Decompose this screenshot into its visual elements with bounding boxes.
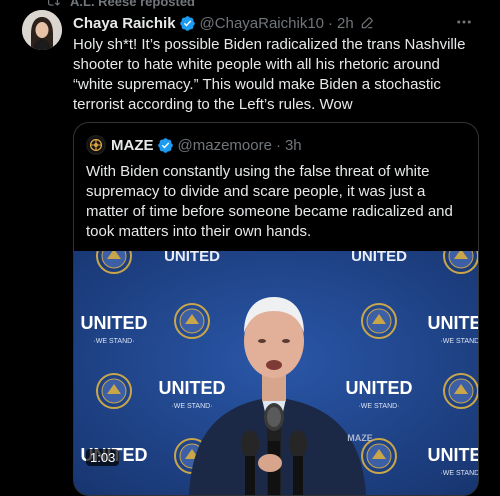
display-name[interactable]: Chaya Raichik (73, 15, 176, 32)
repost-bar[interactable]: A.L. Reese reposted (46, 0, 195, 9)
quote-text: With Biden constantly using the false th… (86, 163, 453, 240)
backdrop-sub: ·WE STAND· (358, 403, 399, 410)
more-icon[interactable] (454, 12, 474, 32)
quote-avatar[interactable] (86, 135, 106, 155)
backdrop-sub: ·WE STAND· (171, 403, 212, 410)
lectern-text: MAZE (347, 433, 373, 443)
repost-icon (48, 0, 60, 6)
video-player[interactable]: UNITED UNITED UNITED ·WE STAND· UNITED ·… (74, 251, 478, 495)
backdrop-word: UNITED (351, 251, 407, 265)
quote-display-name[interactable]: MAZE (111, 137, 154, 154)
maze-logo (87, 136, 105, 154)
quote-header: MAZE @mazemoore · 3h (86, 135, 302, 155)
backdrop-sub: ·WE STAND· (93, 338, 134, 345)
tweet-text: Holy sh*t! It’s possible Biden radicaliz… (73, 36, 466, 113)
verified-badge-icon (179, 15, 195, 31)
backdrop-word: UNITED (428, 445, 479, 465)
backdrop-word: UNITED (164, 251, 220, 265)
edit-pencil-icon[interactable] (360, 16, 374, 30)
backdrop-sub: ·WE STAND· (440, 470, 478, 477)
backdrop-sub: ·WE STAND· (440, 338, 478, 345)
video-timestamp: 1:03 (86, 449, 120, 466)
quoted-tweet[interactable]: MAZE @mazemoore · 3h With Biden constant… (73, 122, 479, 496)
avatar-photo (22, 10, 62, 50)
repost-label: A.L. Reese reposted (70, 0, 195, 9)
verified-badge-icon (157, 137, 173, 153)
backdrop-word: UNITED (428, 313, 479, 333)
backdrop-word: UNITED (81, 313, 148, 333)
handle[interactable]: @ChayaRaichik10 (200, 15, 324, 32)
separator-dot: · (328, 14, 333, 32)
timestamp[interactable]: 2h (337, 15, 354, 32)
avatar[interactable] (22, 10, 62, 50)
backdrop-word: UNITED (346, 378, 413, 398)
quote-handle[interactable]: @mazemoore (178, 137, 272, 154)
backdrop-word: UNITED (159, 378, 226, 398)
quote-timestamp[interactable]: 3h (285, 137, 302, 154)
video-frame: UNITED UNITED UNITED ·WE STAND· UNITED ·… (74, 251, 478, 495)
separator-dot: · (275, 136, 281, 154)
tweet-header: Chaya Raichik @ChayaRaichik10 · 2h (73, 13, 490, 33)
